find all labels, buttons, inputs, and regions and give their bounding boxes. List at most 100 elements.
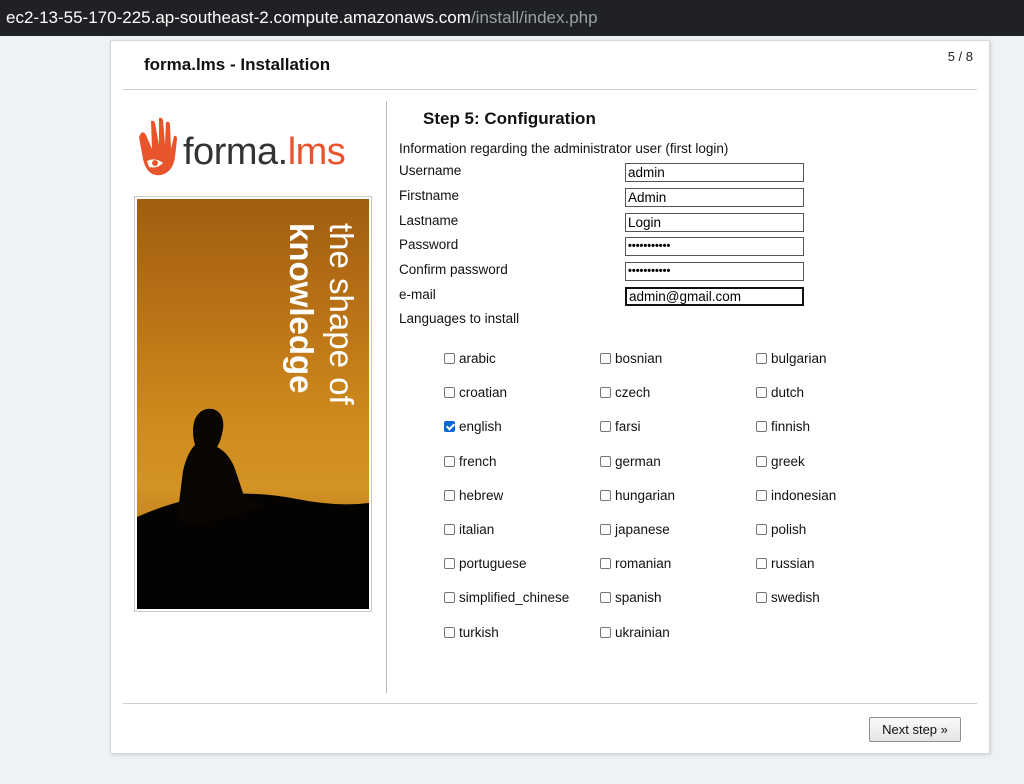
hand-logo-icon: [139, 117, 177, 176]
forma-lms-logo: forma.lms: [133, 113, 365, 183]
language-checkbox[interactable]: [756, 592, 767, 603]
language-option-spanish[interactable]: spanish: [600, 590, 662, 605]
language-checkbox[interactable]: [600, 558, 611, 569]
language-option-indonesian[interactable]: indonesian: [756, 488, 836, 503]
language-checkbox[interactable]: [600, 456, 611, 467]
language-checkbox[interactable]: [600, 524, 611, 535]
language-label: bulgarian: [771, 351, 827, 366]
language-checkbox[interactable]: [756, 387, 767, 398]
password-input[interactable]: •••••••••••: [625, 237, 804, 256]
language-label: hebrew: [459, 488, 504, 503]
confirm-password-label: Confirm password: [399, 262, 508, 277]
language-label: polish: [771, 522, 807, 537]
step-heading: Step 5: Configuration: [423, 109, 596, 128]
language-label: hungarian: [615, 488, 676, 503]
language-checkbox[interactable]: [600, 592, 611, 603]
installer-panel: forma.lms - Installation 5 / 8 forma.lms…: [110, 40, 990, 754]
header-divider: [123, 89, 977, 90]
language-checkbox[interactable]: [756, 353, 767, 364]
language-checkbox[interactable]: [444, 456, 455, 467]
firstname-label: Firstname: [399, 188, 460, 203]
language-option-croatian[interactable]: croatian: [444, 385, 507, 400]
language-option-turkish[interactable]: turkish: [444, 625, 499, 640]
language-option-greek[interactable]: greek: [756, 454, 805, 469]
language-label: greek: [771, 454, 805, 469]
language-checkbox[interactable]: [756, 558, 767, 569]
language-label: german: [615, 454, 661, 469]
language-checkbox[interactable]: [444, 353, 455, 364]
step-counter: 5 / 8: [947, 49, 973, 64]
username-input[interactable]: admin: [625, 163, 804, 182]
language-label: finnish: [771, 419, 811, 434]
language-label: french: [459, 454, 497, 469]
language-label: russian: [771, 556, 815, 571]
language-label: croatian: [459, 385, 508, 400]
language-option-portuguese[interactable]: portuguese: [444, 556, 527, 571]
language-option-finnish[interactable]: finnish: [756, 419, 810, 434]
language-option-hungarian[interactable]: hungarian: [600, 488, 675, 503]
language-checkbox[interactable]: [600, 387, 611, 398]
email-input[interactable]: admin@gmail.com: [625, 287, 804, 306]
language-option-ukrainian[interactable]: ukrainian: [600, 625, 670, 640]
language-label: arabic: [459, 351, 496, 366]
language-label: portuguese: [459, 556, 527, 571]
language-label: italian: [459, 522, 495, 537]
language-checkbox[interactable]: [600, 627, 611, 638]
lastname-input[interactable]: Login: [625, 213, 804, 232]
language-label: farsi: [615, 419, 641, 434]
language-option-dutch[interactable]: dutch: [756, 385, 804, 400]
language-label: czech: [615, 385, 651, 400]
language-option-italian[interactable]: italian: [444, 522, 494, 537]
username-label: Username: [399, 163, 462, 178]
language-checkbox[interactable]: [756, 490, 767, 501]
language-option-simplified-chinese[interactable]: simplified_chinese: [444, 590, 569, 605]
url-path: /install/index.php: [470, 8, 598, 27]
language-checkbox[interactable]: [444, 490, 455, 501]
language-checkbox[interactable]: [600, 421, 611, 432]
language-checkbox[interactable]: [600, 353, 611, 364]
languages-heading: Languages to install: [399, 311, 520, 326]
language-label: simplified_chinese: [459, 590, 570, 605]
language-checkbox[interactable]: [444, 627, 455, 638]
language-option-czech[interactable]: czech: [600, 385, 650, 400]
language-checkbox[interactable]: [600, 490, 611, 501]
firstname-input[interactable]: Admin: [625, 188, 804, 207]
language-label: bosnian: [615, 351, 663, 366]
language-option-bulgarian[interactable]: bulgarian: [756, 351, 827, 366]
language-option-russian[interactable]: russian: [756, 556, 815, 571]
language-label: ukrainian: [615, 625, 670, 640]
language-checkbox[interactable]: [444, 524, 455, 535]
language-checkbox[interactable]: [444, 592, 455, 603]
language-option-hebrew[interactable]: hebrew: [444, 488, 503, 503]
language-label: dutch: [771, 385, 805, 400]
email-label: e-mail: [399, 287, 436, 302]
language-label: english: [459, 419, 502, 434]
language-option-french[interactable]: french: [444, 454, 497, 469]
tagline-line-2: knowledge: [283, 223, 320, 394]
language-option-romanian[interactable]: romanian: [600, 556, 671, 571]
language-option-swedish[interactable]: swedish: [756, 590, 820, 605]
language-label: swedish: [771, 590, 820, 605]
language-option-arabic[interactable]: arabic: [444, 351, 496, 366]
confirm-password-input[interactable]: •••••••••••: [625, 262, 804, 281]
language-checkbox[interactable]: [756, 421, 767, 432]
language-checkbox[interactable]: [444, 421, 455, 432]
language-option-english[interactable]: english: [444, 419, 502, 434]
language-checkbox[interactable]: [756, 456, 767, 467]
language-option-polish[interactable]: polish: [756, 522, 806, 537]
column-divider: [386, 101, 387, 693]
language-option-german[interactable]: german: [600, 454, 661, 469]
password-label: Password: [399, 237, 459, 252]
language-checkbox[interactable]: [444, 387, 455, 398]
language-option-bosnian[interactable]: bosnian: [600, 351, 662, 366]
language-label: spanish: [615, 590, 662, 605]
language-option-farsi[interactable]: farsi: [600, 419, 641, 434]
next-step-button[interactable]: Next step »: [869, 717, 961, 742]
browser-address-bar[interactable]: ec2-13-55-170-225.ap-southeast-2.compute…: [0, 0, 1024, 36]
admin-info-text: Information regarding the administrator …: [399, 141, 729, 156]
language-checkbox[interactable]: [444, 558, 455, 569]
language-checkbox[interactable]: [756, 524, 767, 535]
language-option-japanese[interactable]: japanese: [600, 522, 670, 537]
page-title: forma.lms - Installation: [144, 55, 331, 74]
meditation-banner: the shape of knowledge: [134, 196, 372, 612]
